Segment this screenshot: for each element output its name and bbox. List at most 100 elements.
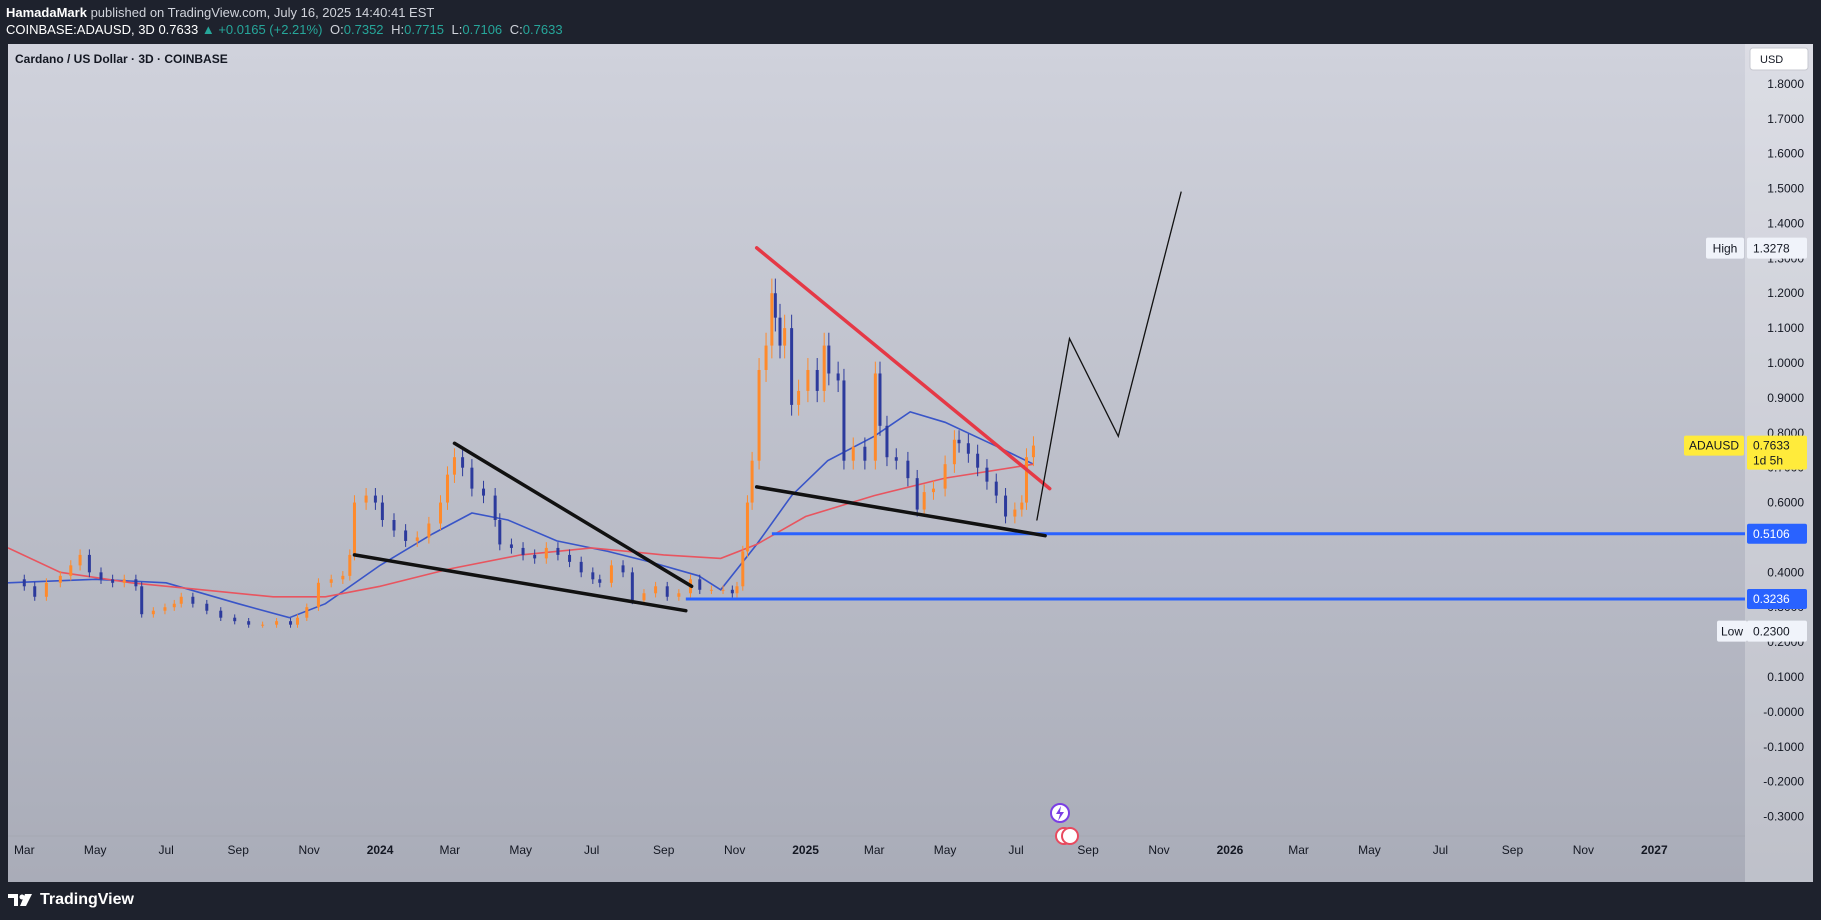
candle-body (521, 547, 525, 555)
y-tick-label: 0.1000 (1767, 670, 1804, 684)
x-tick-label: May (934, 843, 957, 857)
low-value-label: 0.2300 (1753, 625, 1790, 639)
candle-body (922, 492, 926, 510)
x-tick-label: Jul (584, 843, 599, 857)
candle-body (493, 495, 497, 521)
candle-body (842, 380, 846, 461)
candle-body (985, 467, 989, 482)
candle-body (1024, 457, 1028, 503)
x-tick-label: Sep (228, 843, 250, 857)
candle-body (721, 589, 725, 591)
chart-area[interactable]: Cardano / US Dollar · 3D · COINBASE USD … (8, 44, 1813, 882)
close-value: 0.7633 (522, 22, 563, 37)
candle-body (1004, 495, 1008, 517)
y-tick-label: 1.1000 (1767, 321, 1804, 335)
high-tag-label: High (1713, 242, 1738, 256)
candle-body (44, 582, 48, 597)
candle-body (741, 551, 745, 587)
x-tick-label: Jul (158, 843, 173, 857)
candle-body (111, 579, 115, 583)
candle-body (544, 547, 548, 559)
candle-body (642, 593, 646, 601)
candle-body (509, 544, 513, 548)
x-tick-label: May (84, 843, 107, 857)
x-tick-label: Sep (1502, 843, 1524, 857)
publish-line: HamadaMark published on TradingView.com,… (6, 5, 434, 20)
low-key: L: (451, 22, 463, 37)
candle-body (261, 624, 265, 626)
candle-body (621, 565, 625, 573)
candle-body (140, 586, 144, 615)
author-name[interactable]: HamadaMark (6, 5, 87, 20)
last-price-label: 0.7633 (1753, 439, 1790, 453)
candle-body (770, 293, 774, 346)
y-tick-label: 1.2000 (1767, 286, 1804, 300)
candle-body (827, 345, 831, 374)
candle-body (894, 457, 898, 461)
candle-body (305, 607, 309, 618)
candle-body (1013, 509, 1017, 517)
candle-body (380, 502, 384, 521)
x-tick-label: 2024 (367, 843, 394, 857)
candle-body (219, 610, 223, 618)
y-tick-label: 1.7000 (1767, 112, 1804, 126)
candle-body (22, 579, 26, 587)
candle-body (122, 579, 126, 583)
candle-body (482, 488, 486, 496)
candle-body (134, 579, 138, 587)
candle-body (764, 345, 768, 370)
x-tick-label: Sep (1077, 843, 1099, 857)
candle-body (348, 554, 352, 576)
last-price-label: 0.7633 (158, 22, 199, 37)
candle-body (735, 586, 739, 594)
candle-body (78, 554, 82, 566)
chart-title: Cardano / US Dollar · 3D · COINBASE (15, 52, 228, 66)
candle-body (931, 488, 935, 493)
candle-body (591, 572, 595, 580)
candle-body (233, 617, 237, 622)
level-value-label: 0.5106 (1753, 527, 1790, 541)
x-tick-label: Jul (1008, 843, 1023, 857)
candle-body (976, 453, 980, 468)
change-label: ▲ +0.0165 (+2.21%) (201, 22, 323, 37)
candle-body (778, 317, 782, 346)
candle-body (373, 495, 377, 503)
low-value: 0.7106 (462, 22, 503, 37)
x-tick-label: Nov (298, 843, 319, 857)
high-key: H: (391, 22, 405, 37)
low-tag-label: Low (1721, 625, 1743, 639)
candle-body (163, 607, 167, 611)
candle-body (943, 464, 947, 489)
open-key: O: (330, 22, 344, 37)
candle-body (579, 561, 583, 573)
y-tick-label: -0.1000 (1763, 740, 1804, 754)
x-tick-label: Sep (653, 843, 675, 857)
candle-body (665, 586, 669, 597)
close-key: C: (509, 22, 523, 37)
tradingview-logo-icon (8, 894, 32, 906)
candle-body (773, 293, 777, 318)
currency-label[interactable]: USD (1760, 54, 1783, 66)
candle-body (247, 621, 251, 625)
candle-body (205, 603, 209, 611)
candle-body (58, 575, 62, 583)
y-tick-label: -0.2000 (1763, 775, 1804, 789)
currency-button[interactable]: USD (1749, 47, 1809, 71)
candle-body (427, 523, 431, 538)
candle-body (851, 446, 855, 461)
candle-body (364, 495, 368, 503)
x-tick-label: May (1358, 843, 1381, 857)
tradingview-brand[interactable]: TradingView (8, 891, 134, 909)
candle-body (863, 446, 867, 461)
y-tick-label: 0.6000 (1767, 496, 1804, 510)
x-tick-label: 2025 (792, 843, 819, 857)
candle-body (99, 572, 103, 580)
candle-body (275, 621, 279, 625)
candle-body (341, 575, 345, 580)
x-tick-label: Nov (1148, 843, 1169, 857)
chart-canvas[interactable]: Cardano / US Dollar · 3D · COINBASE USD … (8, 44, 1813, 882)
flag-event-icon[interactable] (1061, 827, 1079, 845)
symbol-label: COINBASE:ADAUSD, 3D (6, 22, 155, 37)
candle-body (783, 328, 787, 346)
candle-body (873, 373, 877, 461)
